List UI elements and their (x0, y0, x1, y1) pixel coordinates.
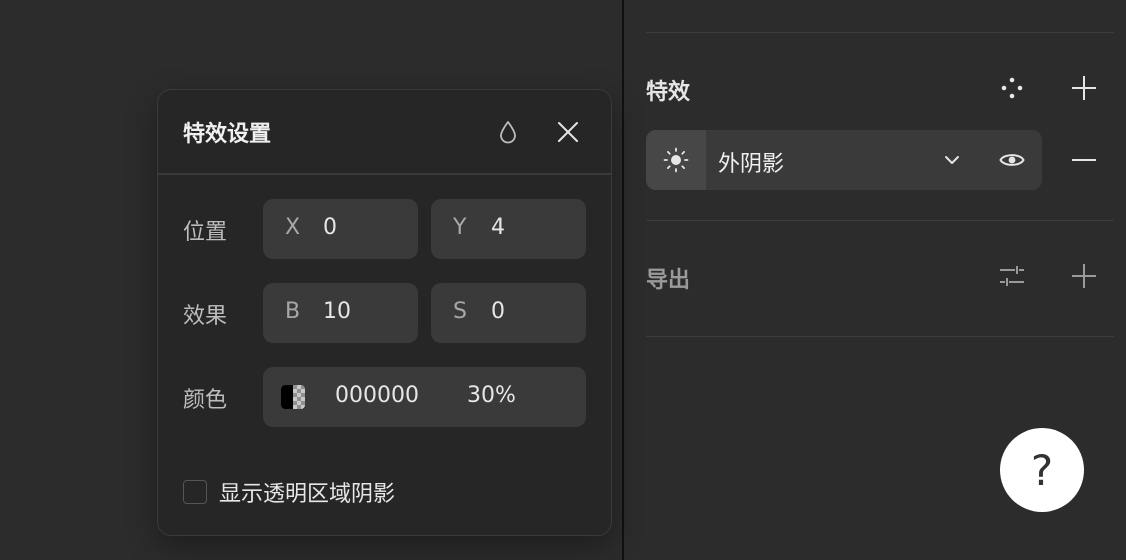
effect-settings-button[interactable] (646, 130, 706, 190)
spread-value: 0 (491, 299, 505, 324)
help-button[interactable]: ? (1000, 428, 1084, 512)
close-icon (558, 122, 578, 142)
effect-label: 效果 (183, 304, 228, 329)
add-effect-button[interactable] (1064, 68, 1104, 108)
color-opacity-value: 30% (467, 383, 516, 408)
transparent-shadow-label: 显示透明区域阴影 (219, 482, 396, 507)
chevron-down-icon (945, 156, 959, 164)
droplet-icon (500, 121, 516, 144)
color-swatch[interactable] (281, 385, 305, 409)
offset-y-value: 4 (491, 215, 505, 240)
export-section-title: 导出 (646, 268, 691, 293)
plus-icon (1072, 76, 1096, 100)
effect-type-label: 外阴影 (718, 152, 785, 177)
position-label: 位置 (183, 220, 228, 245)
effect-item-drop-shadow[interactable]: 外阴影 (646, 130, 1042, 190)
blur-prefix: B (285, 299, 301, 324)
remove-effect-button[interactable] (1064, 140, 1104, 180)
spread-prefix: S (453, 299, 467, 324)
eye-icon (999, 154, 1025, 166)
toggle-visibility-button[interactable] (992, 140, 1032, 180)
close-dialog-button[interactable] (548, 112, 588, 152)
blur-field[interactable]: B 10 (263, 283, 418, 343)
offset-x-field[interactable]: X 0 (263, 199, 418, 259)
dialog-header: 特效设置 (158, 90, 611, 175)
section-divider (646, 32, 1114, 33)
offset-x-value: 0 (323, 215, 337, 240)
x-prefix: X (285, 215, 301, 240)
add-export-button[interactable] (1064, 256, 1104, 296)
dialog-title: 特效设置 (183, 122, 272, 147)
color-label: 颜色 (183, 388, 228, 413)
plus-icon (1072, 264, 1096, 288)
transparent-shadow-checkbox[interactable] (183, 480, 207, 504)
shadow-style-button[interactable] (488, 112, 528, 152)
blur-value: 10 (323, 299, 351, 324)
sliders-icon (1000, 266, 1024, 286)
export-settings-button[interactable] (992, 256, 1032, 296)
effects-section-title: 特效 (646, 80, 691, 105)
minus-icon (1072, 159, 1096, 161)
y-prefix: Y (453, 215, 467, 240)
color-field[interactable]: 000000 30% (263, 367, 586, 427)
sun-icon (663, 147, 689, 173)
effect-styles-button[interactable] (992, 68, 1032, 108)
section-divider (646, 336, 1114, 337)
effect-type-dropdown[interactable] (932, 140, 972, 180)
offset-y-field[interactable]: Y 4 (431, 199, 586, 259)
section-divider (646, 220, 1114, 221)
spread-field[interactable]: S 0 (431, 283, 586, 343)
dots-grid-icon (1001, 77, 1023, 99)
effect-settings-dialog: 特效设置 位置 X 0 Y 4 效果 B 10 S 0 颜色 0 00000 30… (157, 89, 612, 536)
color-hex-value: 000000 (335, 383, 419, 408)
